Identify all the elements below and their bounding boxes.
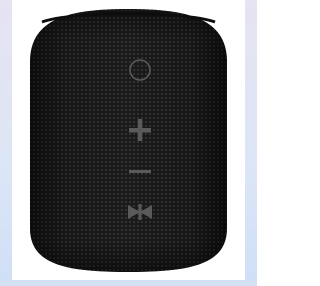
frame-bottom-edge (0, 280, 257, 286)
minus-icon (129, 170, 151, 173)
speaker (30, 9, 227, 272)
frame-left-edge (0, 0, 12, 286)
speaker-top-bottom-shading (30, 9, 227, 272)
frame-right-edge (245, 0, 257, 286)
product-photo (12, 0, 245, 280)
